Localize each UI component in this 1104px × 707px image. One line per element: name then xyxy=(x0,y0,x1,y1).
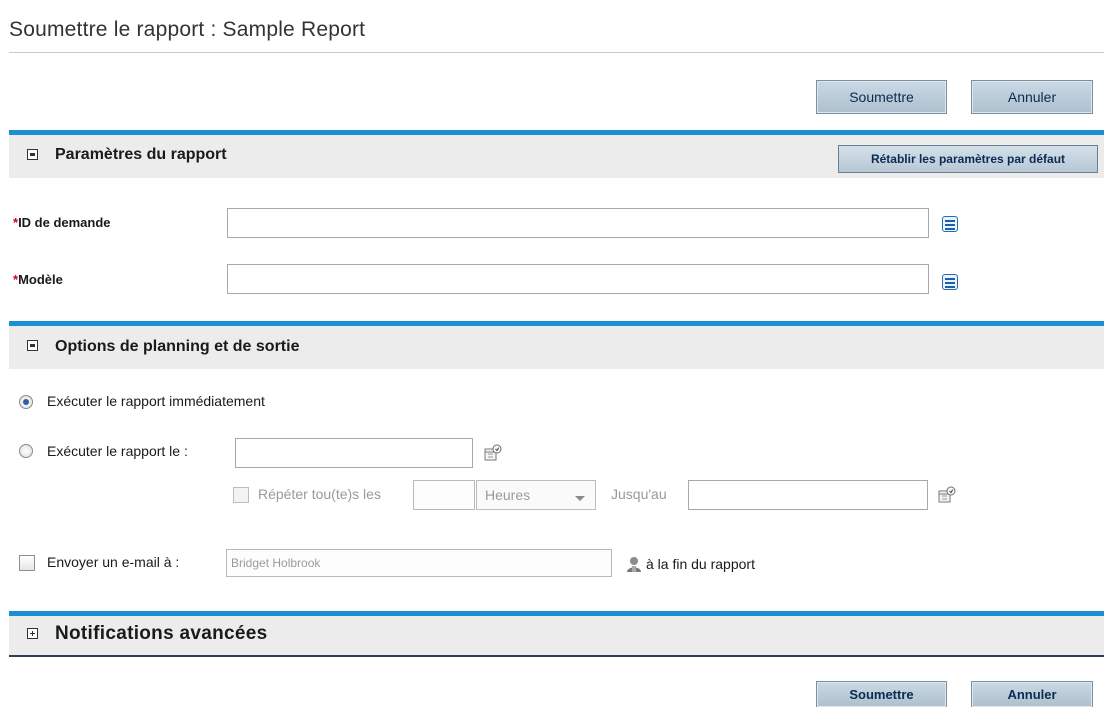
run-on-radio[interactable] xyxy=(19,444,33,458)
email-suffix: à la fin du rapport xyxy=(646,556,755,572)
submit-button-bottom[interactable]: Soumettre xyxy=(816,681,947,707)
calendar-icon[interactable] xyxy=(938,486,956,504)
run-now-label: Exécuter le rapport immédiatement xyxy=(47,393,265,409)
list-picker-icon[interactable] xyxy=(942,216,958,232)
collapse-minus-icon[interactable] xyxy=(27,149,38,160)
email-recipient-input[interactable] xyxy=(226,549,612,577)
run-on-label: Exécuter le rapport le : xyxy=(47,443,188,459)
person-icon[interactable] xyxy=(626,556,642,573)
repeat-label: Répéter tou(te)s les xyxy=(258,486,381,502)
expand-plus-icon[interactable] xyxy=(27,628,38,639)
email-label: Envoyer un e-mail à : xyxy=(47,554,180,570)
page-title: Soumettre le rapport : Sample Report xyxy=(9,18,366,41)
calendar-icon[interactable] xyxy=(484,444,502,462)
list-picker-icon[interactable] xyxy=(942,274,958,290)
repeat-interval-input[interactable] xyxy=(413,480,475,510)
cancel-button-bottom[interactable]: Annuler xyxy=(971,681,1093,707)
repeat-unit-select[interactable]: Heures xyxy=(476,480,596,510)
until-label: Jusqu'au xyxy=(611,486,667,502)
collapse-minus-icon[interactable] xyxy=(27,340,38,351)
bottom-divider xyxy=(9,655,1104,657)
chevron-down-icon xyxy=(575,496,585,501)
email-checkbox[interactable] xyxy=(19,555,35,571)
report-params-title: Paramètres du rapport xyxy=(55,146,227,163)
repeat-checkbox[interactable] xyxy=(233,487,249,503)
reset-defaults-button[interactable]: Rétablir les paramètres par défaut xyxy=(838,145,1098,173)
request-id-label: *ID de demande xyxy=(13,215,111,230)
model-input[interactable] xyxy=(227,264,929,294)
run-on-date-input[interactable] xyxy=(235,438,473,468)
title-divider xyxy=(9,52,1104,53)
repeat-unit-value: Heures xyxy=(485,487,531,503)
notifications-title: Notifications avancées xyxy=(55,623,268,644)
until-date-input[interactable] xyxy=(688,480,928,510)
request-id-input[interactable] xyxy=(227,208,929,238)
cancel-button-top[interactable]: Annuler xyxy=(971,80,1093,114)
submit-button-top[interactable]: Soumettre xyxy=(816,80,947,114)
schedule-title: Options de planning et de sortie xyxy=(55,338,300,355)
model-label: *Modèle xyxy=(13,272,63,287)
run-now-radio[interactable] xyxy=(19,395,33,409)
